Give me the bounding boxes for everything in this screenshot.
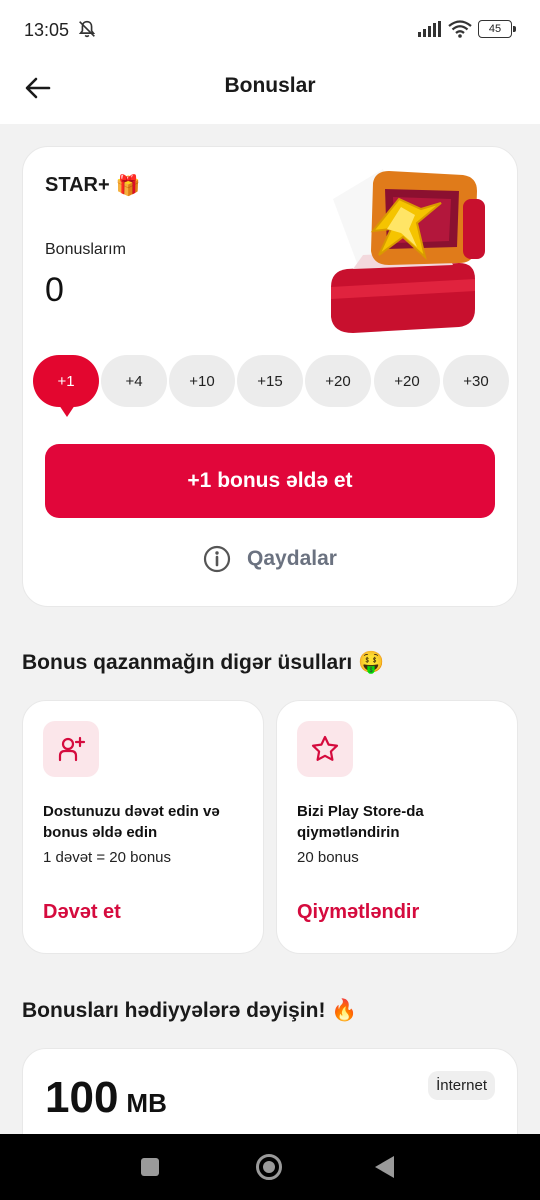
treasure-chest-icon: [331, 169, 485, 333]
gift-emoji-icon: 🎁: [115, 173, 141, 197]
rules-link[interactable]: Qaydalar: [23, 545, 517, 573]
star-bonus-card: STAR+ 🎁 Bonuslarım 0 +1 +4 +10 +15 +20 +…: [22, 146, 518, 607]
bonus-chip-selector: +1 +4 +10 +15 +20 +20 +30: [33, 355, 509, 417]
rate-button[interactable]: Qiymətləndir: [297, 901, 419, 924]
invite-button[interactable]: Dəvət et: [43, 901, 121, 924]
gift-amount-value: 100: [45, 1073, 119, 1122]
rate-app-subtitle: 20 bonus: [297, 849, 359, 866]
bonus-chip-plus20[interactable]: +20: [305, 355, 371, 407]
bonus-balance-value: 0: [45, 271, 64, 309]
invite-friend-title: Dostunuzu dəvət edin və bonus əldə edin: [43, 803, 220, 841]
battery-icon: 45: [478, 20, 516, 38]
app-bar: Bonuslar: [0, 62, 540, 124]
rate-app-title: Bizi Play Store-da qiymətləndirin: [297, 803, 424, 841]
bonus-chip-plus10[interactable]: +10: [169, 355, 235, 407]
bonus-chip-plus30[interactable]: +30: [443, 355, 509, 407]
bonus-chip-plus20-second[interactable]: +20: [374, 355, 440, 407]
fire-emoji-icon: 🔥: [331, 998, 358, 1022]
status-bar: 13:05 45: [0, 0, 540, 62]
bonus-chip-plus1[interactable]: +1: [33, 355, 99, 417]
system-nav-bar: [0, 1134, 540, 1200]
bonus-balance-label: Bonuslarım: [45, 241, 126, 258]
page-title: Bonuslar: [224, 74, 316, 97]
gift-category-badge: İnternet: [428, 1071, 495, 1100]
get-bonus-button[interactable]: +1 bonus əldə et: [45, 444, 495, 518]
star-icon-box: [297, 721, 353, 777]
gifts-title-text: Bonusları hədiyyələrə dəyişin!: [22, 999, 326, 1022]
rate-app-card[interactable]: Bizi Play Store-da qiymətləndirin 20 bon…: [276, 700, 518, 954]
star-title-text: STAR+: [45, 173, 110, 196]
add-user-icon-box: [43, 721, 99, 777]
wifi-icon: [448, 20, 472, 38]
add-user-icon: [58, 736, 86, 762]
info-icon: [203, 545, 231, 573]
invite-friend-subtitle: 1 dəvət = 20 bonus: [43, 849, 172, 866]
home-icon[interactable]: [256, 1154, 282, 1180]
signal-icon: [418, 21, 441, 37]
star-icon: [311, 735, 339, 761]
battery-level: 45: [488, 23, 502, 35]
star-title: STAR+ 🎁: [45, 173, 141, 197]
other-ways-title-text: Bonus qazanmağın digər üsulları: [22, 651, 353, 674]
bonus-chip-plus4[interactable]: +4: [101, 355, 167, 407]
back-triangle-icon[interactable]: [375, 1156, 394, 1178]
rules-label: Qaydalar: [247, 547, 337, 570]
status-icons: 45: [418, 20, 516, 38]
invite-friend-card[interactable]: Dostunuzu dəvət edin və bonus əldə edin …: [22, 700, 264, 954]
gift-amount-unit: MB: [126, 1088, 167, 1118]
other-ways-title: Bonus qazanmağın digər üsulları 🤑: [22, 650, 384, 675]
gift-amount: 100 MB: [45, 1073, 167, 1123]
status-time: 13:05: [24, 20, 70, 40]
gifts-title: Bonusları hədiyyələrə dəyişin! 🔥: [22, 998, 357, 1023]
bonus-chip-plus15[interactable]: +15: [237, 355, 303, 407]
money-mouth-emoji-icon: 🤑: [358, 650, 385, 674]
recents-icon[interactable]: [141, 1158, 159, 1176]
mute-icon: [78, 20, 96, 38]
